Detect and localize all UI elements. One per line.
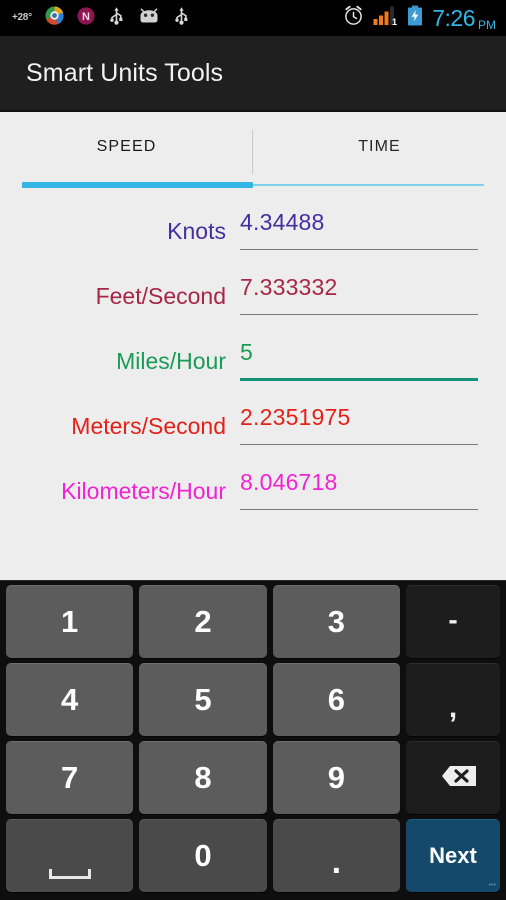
key-5[interactable]: 5	[139, 663, 267, 736]
underline-kilometers-hour	[240, 509, 478, 510]
key-3[interactable]: 3	[272, 585, 400, 658]
key-next-label: Next	[429, 843, 477, 868]
key-comma-label: ,	[448, 691, 458, 724]
onenote-notification-icon: N	[77, 6, 95, 30]
key-period-label: .	[331, 842, 342, 881]
clock: 7:26 PM	[432, 4, 496, 32]
usb-connected-icon	[173, 6, 190, 30]
conversion-row-kilometers-hour: Kilometers/Hour 8.046718	[0, 460, 506, 525]
keyboard-row-1: 1 2 3 -	[3, 585, 503, 658]
app-title: Smart Units Tools	[26, 58, 224, 87]
tab-time-label: TIME	[358, 138, 401, 155]
tab-speed[interactable]: SPEED	[0, 114, 253, 196]
conversion-row-miles-hour: Miles/Hour 5	[0, 330, 506, 395]
conversion-list: Knots 4.34488 Feet/Second 7.333332 Miles…	[0, 196, 506, 580]
key-9-label: 9	[327, 760, 345, 795]
value-feet-second: 7.333332	[240, 274, 338, 300]
tab-time[interactable]: TIME	[253, 114, 506, 196]
value-kilometers-hour: 8.046718	[240, 469, 338, 495]
clock-ampm: PM	[478, 17, 496, 32]
conversion-row-meters-second: Meters/Second 2.2351975	[0, 395, 506, 460]
numeric-keyboard: 1 2 3 - 4 5 6 , 7 8 9 0 . Next •••	[0, 580, 506, 900]
key-minus-label: -	[448, 604, 458, 635]
key-8[interactable]: 8	[139, 741, 267, 814]
key-7[interactable]: 7	[6, 741, 134, 814]
key-0[interactable]: 0	[139, 819, 267, 892]
input-knots[interactable]: 4.34488	[240, 200, 478, 256]
tab-inactive-indicator	[253, 184, 484, 186]
label-feet-second: Feet/Second	[95, 283, 226, 309]
tab-active-indicator	[22, 182, 253, 188]
key-6-label: 6	[327, 682, 345, 717]
value-miles-hour: 5	[240, 339, 253, 365]
key-4-label: 4	[61, 682, 79, 717]
key-next[interactable]: Next •••	[405, 819, 500, 892]
key-8-label: 8	[194, 760, 212, 795]
underline-feet-second	[240, 314, 478, 315]
backspace-icon	[428, 762, 478, 795]
key-9[interactable]: 9	[272, 741, 400, 814]
key-1[interactable]: 1	[6, 585, 134, 658]
keyboard-row-4: 0 . Next •••	[3, 819, 503, 892]
phone-screen: +28° N 1 7:26 PM Smart Units Tools SPEED…	[0, 0, 506, 900]
conversion-row-knots: Knots 4.34488	[0, 200, 506, 265]
label-miles-hour: Miles/Hour	[116, 348, 226, 374]
tab-speed-label: SPEED	[96, 138, 157, 155]
underline-miles-hour	[240, 378, 478, 381]
key-5-label: 5	[194, 682, 212, 717]
status-bar-notifications: +28° N	[10, 6, 190, 30]
underline-knots	[240, 249, 478, 250]
key-minus[interactable]: -	[405, 585, 500, 658]
value-meters-second: 2.2351975	[240, 404, 351, 430]
signal-strength-icon: 1	[373, 5, 398, 31]
label-kilometers-hour: Kilometers/Hour	[61, 478, 226, 504]
key-6[interactable]: 6	[272, 663, 400, 736]
key-2-label: 2	[194, 604, 212, 639]
key-3-label: 3	[327, 604, 345, 639]
value-knots: 4.34488	[240, 209, 325, 235]
battery-charging-icon	[407, 5, 423, 31]
key-space[interactable]	[6, 819, 134, 892]
action-bar: Smart Units Tools	[0, 36, 506, 112]
key-period[interactable]: .	[272, 819, 400, 892]
input-kilometers-hour[interactable]: 8.046718	[240, 460, 478, 516]
key-2[interactable]: 2	[139, 585, 267, 658]
android-system-icon	[138, 8, 160, 28]
key-backspace[interactable]	[405, 741, 500, 814]
conversion-row-feet-second: Feet/Second 7.333332	[0, 265, 506, 330]
keyboard-row-3: 7 8 9	[3, 741, 503, 814]
underline-meters-second	[240, 444, 478, 445]
key-7-label: 7	[61, 760, 79, 795]
label-knots: Knots	[167, 218, 226, 244]
input-feet-second[interactable]: 7.333332	[240, 265, 478, 321]
status-bar-system-icons: 1 7:26 PM	[343, 5, 496, 31]
input-meters-second[interactable]: 2.2351975	[240, 395, 478, 451]
key-4[interactable]: 4	[6, 663, 134, 736]
status-bar: +28° N 1 7:26 PM	[0, 0, 506, 36]
svg-text:1: 1	[392, 17, 397, 26]
usb-debugging-icon	[108, 6, 125, 30]
clock-time: 7:26	[432, 4, 475, 31]
tab-bar: SPEED TIME	[0, 114, 506, 196]
svg-text:N: N	[82, 11, 90, 23]
key-next-hint-dots: •••	[488, 882, 496, 889]
space-bar-icon	[48, 869, 91, 879]
key-comma[interactable]: ,	[405, 663, 500, 736]
key-0-label: 0	[194, 838, 212, 873]
weather-temp-indicator: +28°	[12, 12, 32, 23]
key-1-label: 1	[61, 604, 79, 639]
alarm-icon	[343, 5, 364, 31]
keyboard-row-2: 4 5 6 ,	[3, 663, 503, 736]
input-miles-hour[interactable]: 5	[240, 330, 478, 386]
browser-notification-icon	[45, 6, 64, 30]
label-meters-second: Meters/Second	[71, 413, 226, 439]
